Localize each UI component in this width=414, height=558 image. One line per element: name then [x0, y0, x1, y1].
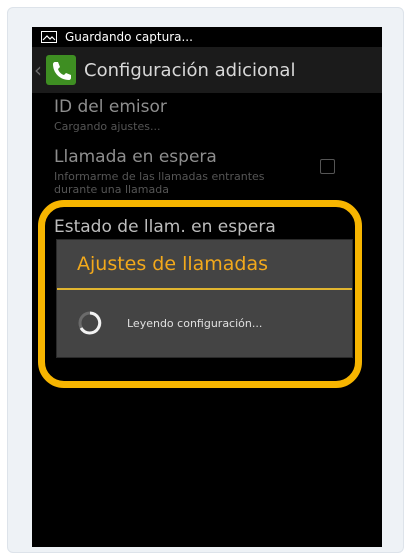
page-title: Configuración adicional: [84, 59, 296, 81]
action-bar: ‹ Configuración adicional: [32, 47, 382, 93]
pref-summary: Cargando ajustes...: [54, 120, 161, 133]
screenshot-icon: [41, 31, 57, 43]
highlight-frame: [38, 200, 362, 388]
status-bar: Guardando captura...: [32, 27, 382, 47]
status-text: Guardando captura...: [65, 30, 193, 44]
phone-icon[interactable]: [46, 55, 76, 85]
back-icon[interactable]: ‹: [34, 58, 44, 82]
pref-call-waiting[interactable]: Llamada en espera Informarme de las llam…: [54, 147, 299, 196]
pref-summary: Informarme de las llamadas entrantes dur…: [54, 170, 265, 196]
pref-title: Llamada en espera: [54, 147, 217, 167]
pref-title: ID del emisor: [54, 97, 167, 117]
call-waiting-checkbox[interactable]: [320, 159, 335, 174]
pref-caller-id[interactable]: ID del emisor Cargando ajustes...: [54, 97, 167, 133]
